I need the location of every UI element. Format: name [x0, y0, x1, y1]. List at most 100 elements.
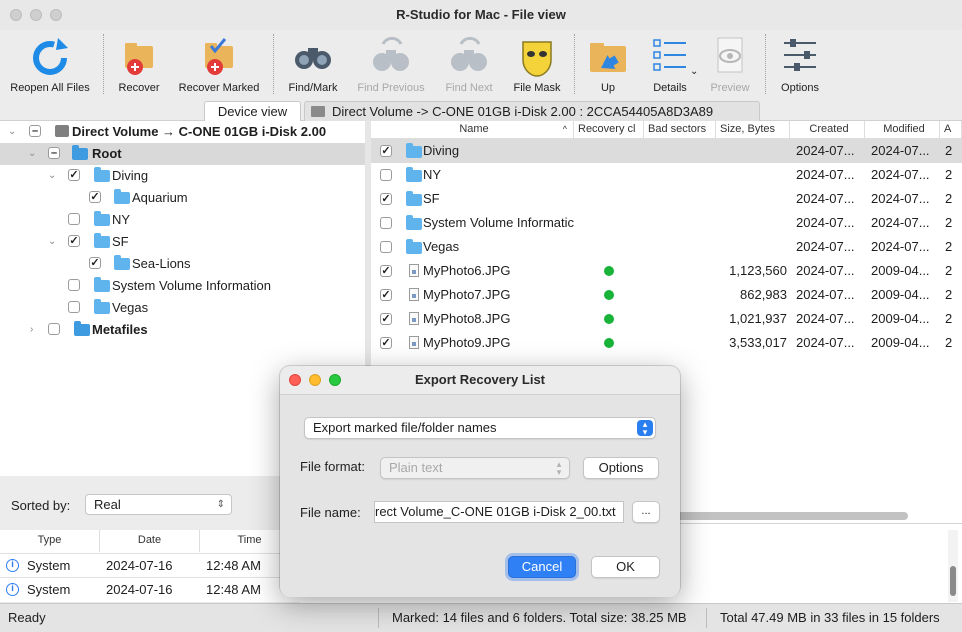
tree-checkbox[interactable]: [68, 301, 80, 313]
tree-item-volume[interactable]: ⌄ – Direct Volume → C-ONE 01GB i-Disk 2.…: [0, 121, 365, 143]
column-created[interactable]: Created: [790, 121, 865, 138]
details-button[interactable]: ⌄ Details: [640, 30, 700, 98]
tree-checkbox[interactable]: ✓: [68, 235, 80, 247]
tree-item-ny[interactable]: NY: [0, 209, 365, 231]
list-item[interactable]: ✓ MyPhoto9.JPG 3,533,017 2024-07... 2009…: [371, 331, 962, 355]
list-item[interactable]: ✓ SF 2024-07... 2024-07... 2: [371, 187, 962, 211]
find-previous-icon: [373, 36, 409, 71]
tab-current-path[interactable]: Direct Volume -> C-ONE 01GB i-Disk 2.00 …: [304, 101, 760, 121]
status-ready: Ready: [8, 610, 46, 625]
cancel-button[interactable]: Cancel: [508, 556, 576, 578]
browse-button[interactable]: ...: [632, 501, 660, 523]
sorted-by-label: Sorted by:: [11, 498, 71, 513]
tree-item-diving[interactable]: ⌄ ✓ Diving: [0, 165, 365, 187]
folder-icon: [94, 211, 110, 226]
recover-button[interactable]: Recover: [110, 30, 168, 98]
list-item[interactable]: System Volume Informatic 2024-07... 2024…: [371, 211, 962, 235]
row-checkbox[interactable]: ✓: [380, 337, 392, 349]
folder-icon: [114, 189, 130, 204]
ok-button[interactable]: OK: [591, 556, 660, 578]
find-mark-button[interactable]: Find/Mark: [282, 30, 344, 98]
export-mode-select[interactable]: Export marked file/folder names ▴ ▾: [304, 417, 656, 439]
row-checkbox[interactable]: [380, 217, 392, 229]
file-list-header: Name ^ Recovery cl Bad sectors Size, Byte…: [371, 121, 962, 139]
tree-checkbox[interactable]: –: [29, 125, 41, 137]
column-size[interactable]: Size, Bytes: [716, 121, 790, 138]
vertical-scrollbar[interactable]: [948, 530, 958, 602]
file-format-label: File format:: [300, 459, 366, 474]
status-bar: Ready Marked: 14 files and 6 folders. To…: [0, 603, 962, 632]
options-button[interactable]: Options: [583, 457, 659, 479]
reopen-all-files-button[interactable]: Reopen All Files: [4, 30, 96, 98]
tree-checkbox[interactable]: ✓: [89, 191, 101, 203]
row-checkbox[interactable]: [380, 169, 392, 181]
column-name[interactable]: Name ^: [371, 121, 574, 138]
scrollbar-thumb[interactable]: [950, 566, 956, 596]
chevron-down-icon[interactable]: ⌄: [48, 165, 58, 187]
log-row[interactable]: i System 2024-07-16 12:48 AM: [0, 553, 300, 578]
find-previous-button[interactable]: Find Previous: [352, 30, 430, 98]
chevron-down-icon[interactable]: ⌄: [28, 143, 38, 165]
recovery-ok-dot: [604, 266, 614, 276]
file-mask-button[interactable]: File Mask: [508, 30, 566, 98]
list-item[interactable]: NY 2024-07... 2024-07... 2: [371, 163, 962, 187]
row-checkbox[interactable]: ✓: [380, 289, 392, 301]
preview-button[interactable]: Preview: [702, 30, 758, 98]
folder-icon: [406, 239, 422, 254]
row-checkbox[interactable]: [380, 241, 392, 253]
folder-icon: [94, 299, 110, 314]
tree-item-root[interactable]: ⌄ – Root: [0, 143, 365, 165]
row-checkbox[interactable]: ✓: [380, 265, 392, 277]
chevron-down-icon[interactable]: ⌄: [8, 121, 18, 143]
column-modified[interactable]: Modified: [865, 121, 940, 138]
options-button[interactable]: Options: [772, 30, 828, 98]
chevron-down-icon: ⌄: [690, 66, 699, 77]
log-row[interactable]: i System 2024-07-16 12:48 AM: [0, 577, 300, 602]
row-checkbox[interactable]: ✓: [380, 313, 392, 325]
tree-checkbox[interactable]: ✓: [68, 169, 80, 181]
find-next-icon: [451, 36, 487, 71]
sort-up-icon: ^: [562, 124, 567, 134]
disk-icon: [311, 106, 325, 117]
up-button[interactable]: Up: [582, 30, 634, 98]
recover-folder-icon: [125, 43, 153, 75]
column-recovery[interactable]: Recovery cl: [574, 121, 644, 138]
list-item[interactable]: ✓ Diving 2024-07... 2024-07... 2: [371, 139, 962, 163]
log-header-type[interactable]: Type: [0, 530, 100, 552]
tree-checkbox[interactable]: [68, 279, 80, 291]
folder-up-icon: [590, 43, 626, 72]
dialog-body: Export marked file/folder names ▴ ▾ File …: [280, 394, 680, 597]
tree-item-metafiles[interactable]: › Metafiles: [0, 319, 365, 341]
recover-marked-button[interactable]: Recover Marked: [172, 30, 266, 98]
chevron-down-icon[interactable]: ⌄: [48, 231, 58, 253]
list-item[interactable]: ✓ MyPhoto6.JPG 1,123,560 2024-07... 2009…: [371, 259, 962, 283]
row-checkbox[interactable]: ✓: [380, 193, 392, 205]
tree-checkbox[interactable]: ✓: [89, 257, 101, 269]
folder-icon: [406, 167, 422, 182]
row-checkbox[interactable]: ✓: [380, 145, 392, 157]
tree-checkbox[interactable]: [68, 213, 80, 225]
find-next-button[interactable]: Find Next: [436, 30, 502, 98]
recovery-ok-dot: [604, 338, 614, 348]
tree-item-sea-lions[interactable]: ✓ Sea-Lions: [0, 253, 365, 275]
image-file-icon: [409, 312, 419, 325]
tree-item-aquarium[interactable]: ✓ Aquarium: [0, 187, 365, 209]
tree-checkbox[interactable]: [48, 323, 60, 335]
binoculars-icon: [295, 48, 331, 69]
tree-item-system-volume-information[interactable]: System Volume Information: [0, 275, 365, 297]
file-format-select[interactable]: Plain text ▴ ▾: [380, 457, 570, 479]
log-header-date[interactable]: Date: [100, 530, 200, 552]
list-item[interactable]: ✓ MyPhoto8.JPG 1,021,937 2024-07... 2009…: [371, 307, 962, 331]
updown-chevron-icon: ⇕: [216, 499, 225, 510]
tab-device-view[interactable]: Device view: [204, 101, 301, 121]
tree-checkbox[interactable]: –: [48, 147, 60, 159]
tree-item-vegas[interactable]: Vegas: [0, 297, 365, 319]
column-a[interactable]: A: [940, 121, 962, 138]
tree-item-sf[interactable]: ⌄ ✓ SF: [0, 231, 365, 253]
list-item[interactable]: Vegas 2024-07... 2024-07... 2: [371, 235, 962, 259]
chevron-right-icon[interactable]: ›: [30, 319, 40, 341]
sorted-by-select[interactable]: Real ⇕: [85, 494, 232, 515]
column-bad-sectors[interactable]: Bad sectors: [644, 121, 716, 138]
list-item[interactable]: ✓ MyPhoto7.JPG 862,983 2024-07... 2009-0…: [371, 283, 962, 307]
file-name-input[interactable]: rect Volume_C-ONE 01GB i-Disk 2_00.txt: [374, 501, 624, 523]
